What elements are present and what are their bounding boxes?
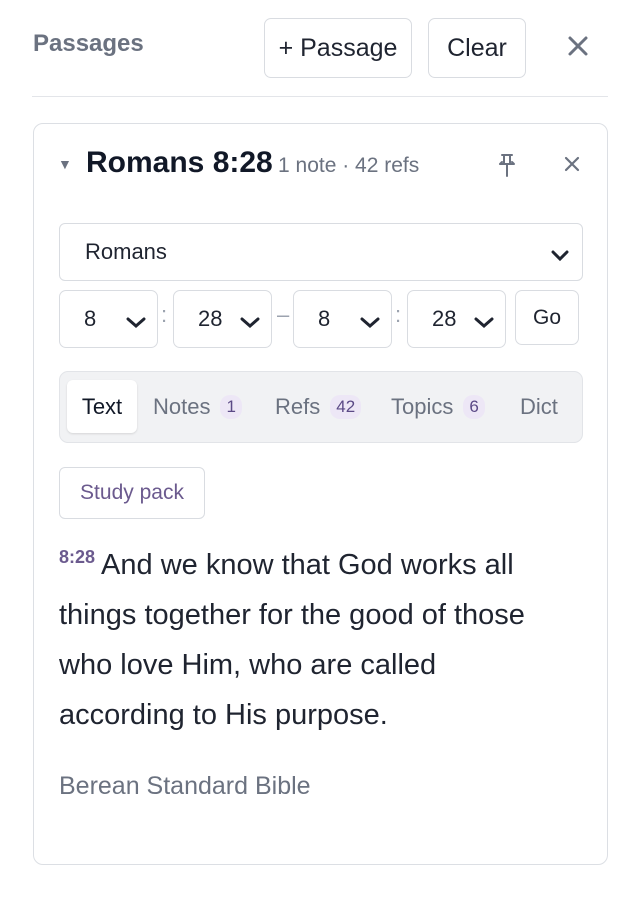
start-verse-select[interactable]: 28 — [173, 290, 272, 348]
tab-dict[interactable]: Dict — [520, 380, 558, 433]
tab-label: Text — [81, 393, 123, 419]
tab-refs[interactable]: Refs 42 — [275, 380, 362, 433]
start-verse-value: 28 — [198, 306, 223, 331]
chevron-down-icon — [239, 310, 261, 336]
chevron-down-icon — [125, 310, 147, 336]
count-badge: 1 — [220, 394, 242, 419]
chapter-verse-separator: : — [161, 302, 168, 327]
end-chapter-select[interactable]: 8 — [293, 290, 392, 348]
pin-icon[interactable] — [496, 152, 518, 178]
count-badge: 6 — [463, 394, 485, 419]
tab-label: Refs — [275, 393, 321, 419]
clear-button[interactable]: Clear — [428, 18, 526, 78]
close-card-icon[interactable] — [561, 153, 583, 175]
passage-meta: 1 note · 42 refs — [278, 154, 420, 177]
study-pack-button[interactable]: Study pack — [59, 467, 205, 519]
count-badge: 42 — [330, 394, 362, 419]
panel-title: Passages — [33, 30, 144, 57]
header-divider — [32, 96, 608, 97]
passage-card: ▼ Romans 8:28 1 note · 42 refs Romans 8 … — [33, 123, 608, 865]
caret-down-icon[interactable]: ▼ — [58, 156, 72, 172]
tab-notes[interactable]: Notes 1 — [153, 380, 242, 433]
translation-label: Berean Standard Bible — [59, 772, 311, 800]
passage-title: Romans 8:28 — [86, 146, 273, 179]
tab-label: Notes — [153, 393, 211, 419]
end-chapter-value: 8 — [318, 306, 331, 331]
chevron-down-icon — [359, 310, 381, 336]
end-verse-value: 28 — [432, 306, 457, 331]
passage-tabs: Text Notes 1 Refs 42 Topics 6 Dict — [59, 371, 583, 443]
chevron-down-icon — [473, 310, 495, 336]
tab-text[interactable]: Text — [67, 380, 137, 433]
book-select-value: Romans — [85, 239, 167, 264]
start-chapter-value: 8 — [84, 306, 97, 331]
chapter-verse-separator: : — [395, 302, 402, 327]
range-dash: – — [277, 302, 290, 327]
add-passage-button[interactable]: + Passage — [264, 18, 412, 78]
passages-panel: Passages + Passage Clear ▼ Romans 8:28 1… — [0, 0, 640, 914]
end-verse-select[interactable]: 28 — [407, 290, 506, 348]
go-button[interactable]: Go — [515, 290, 579, 345]
verse-body: And we know that God works all things to… — [59, 549, 525, 731]
chevron-down-icon — [550, 243, 570, 269]
book-select[interactable]: Romans — [59, 223, 583, 281]
tab-label: Dict — [520, 393, 558, 419]
tab-topics[interactable]: Topics 6 — [391, 380, 485, 433]
start-chapter-select[interactable]: 8 — [59, 290, 158, 348]
close-icon[interactable] — [563, 30, 593, 62]
verse-number: 8:28 — [59, 547, 96, 568]
tab-label: Topics — [391, 393, 454, 419]
verse-text: 8:28 And we know that God works all thing… — [59, 540, 559, 740]
